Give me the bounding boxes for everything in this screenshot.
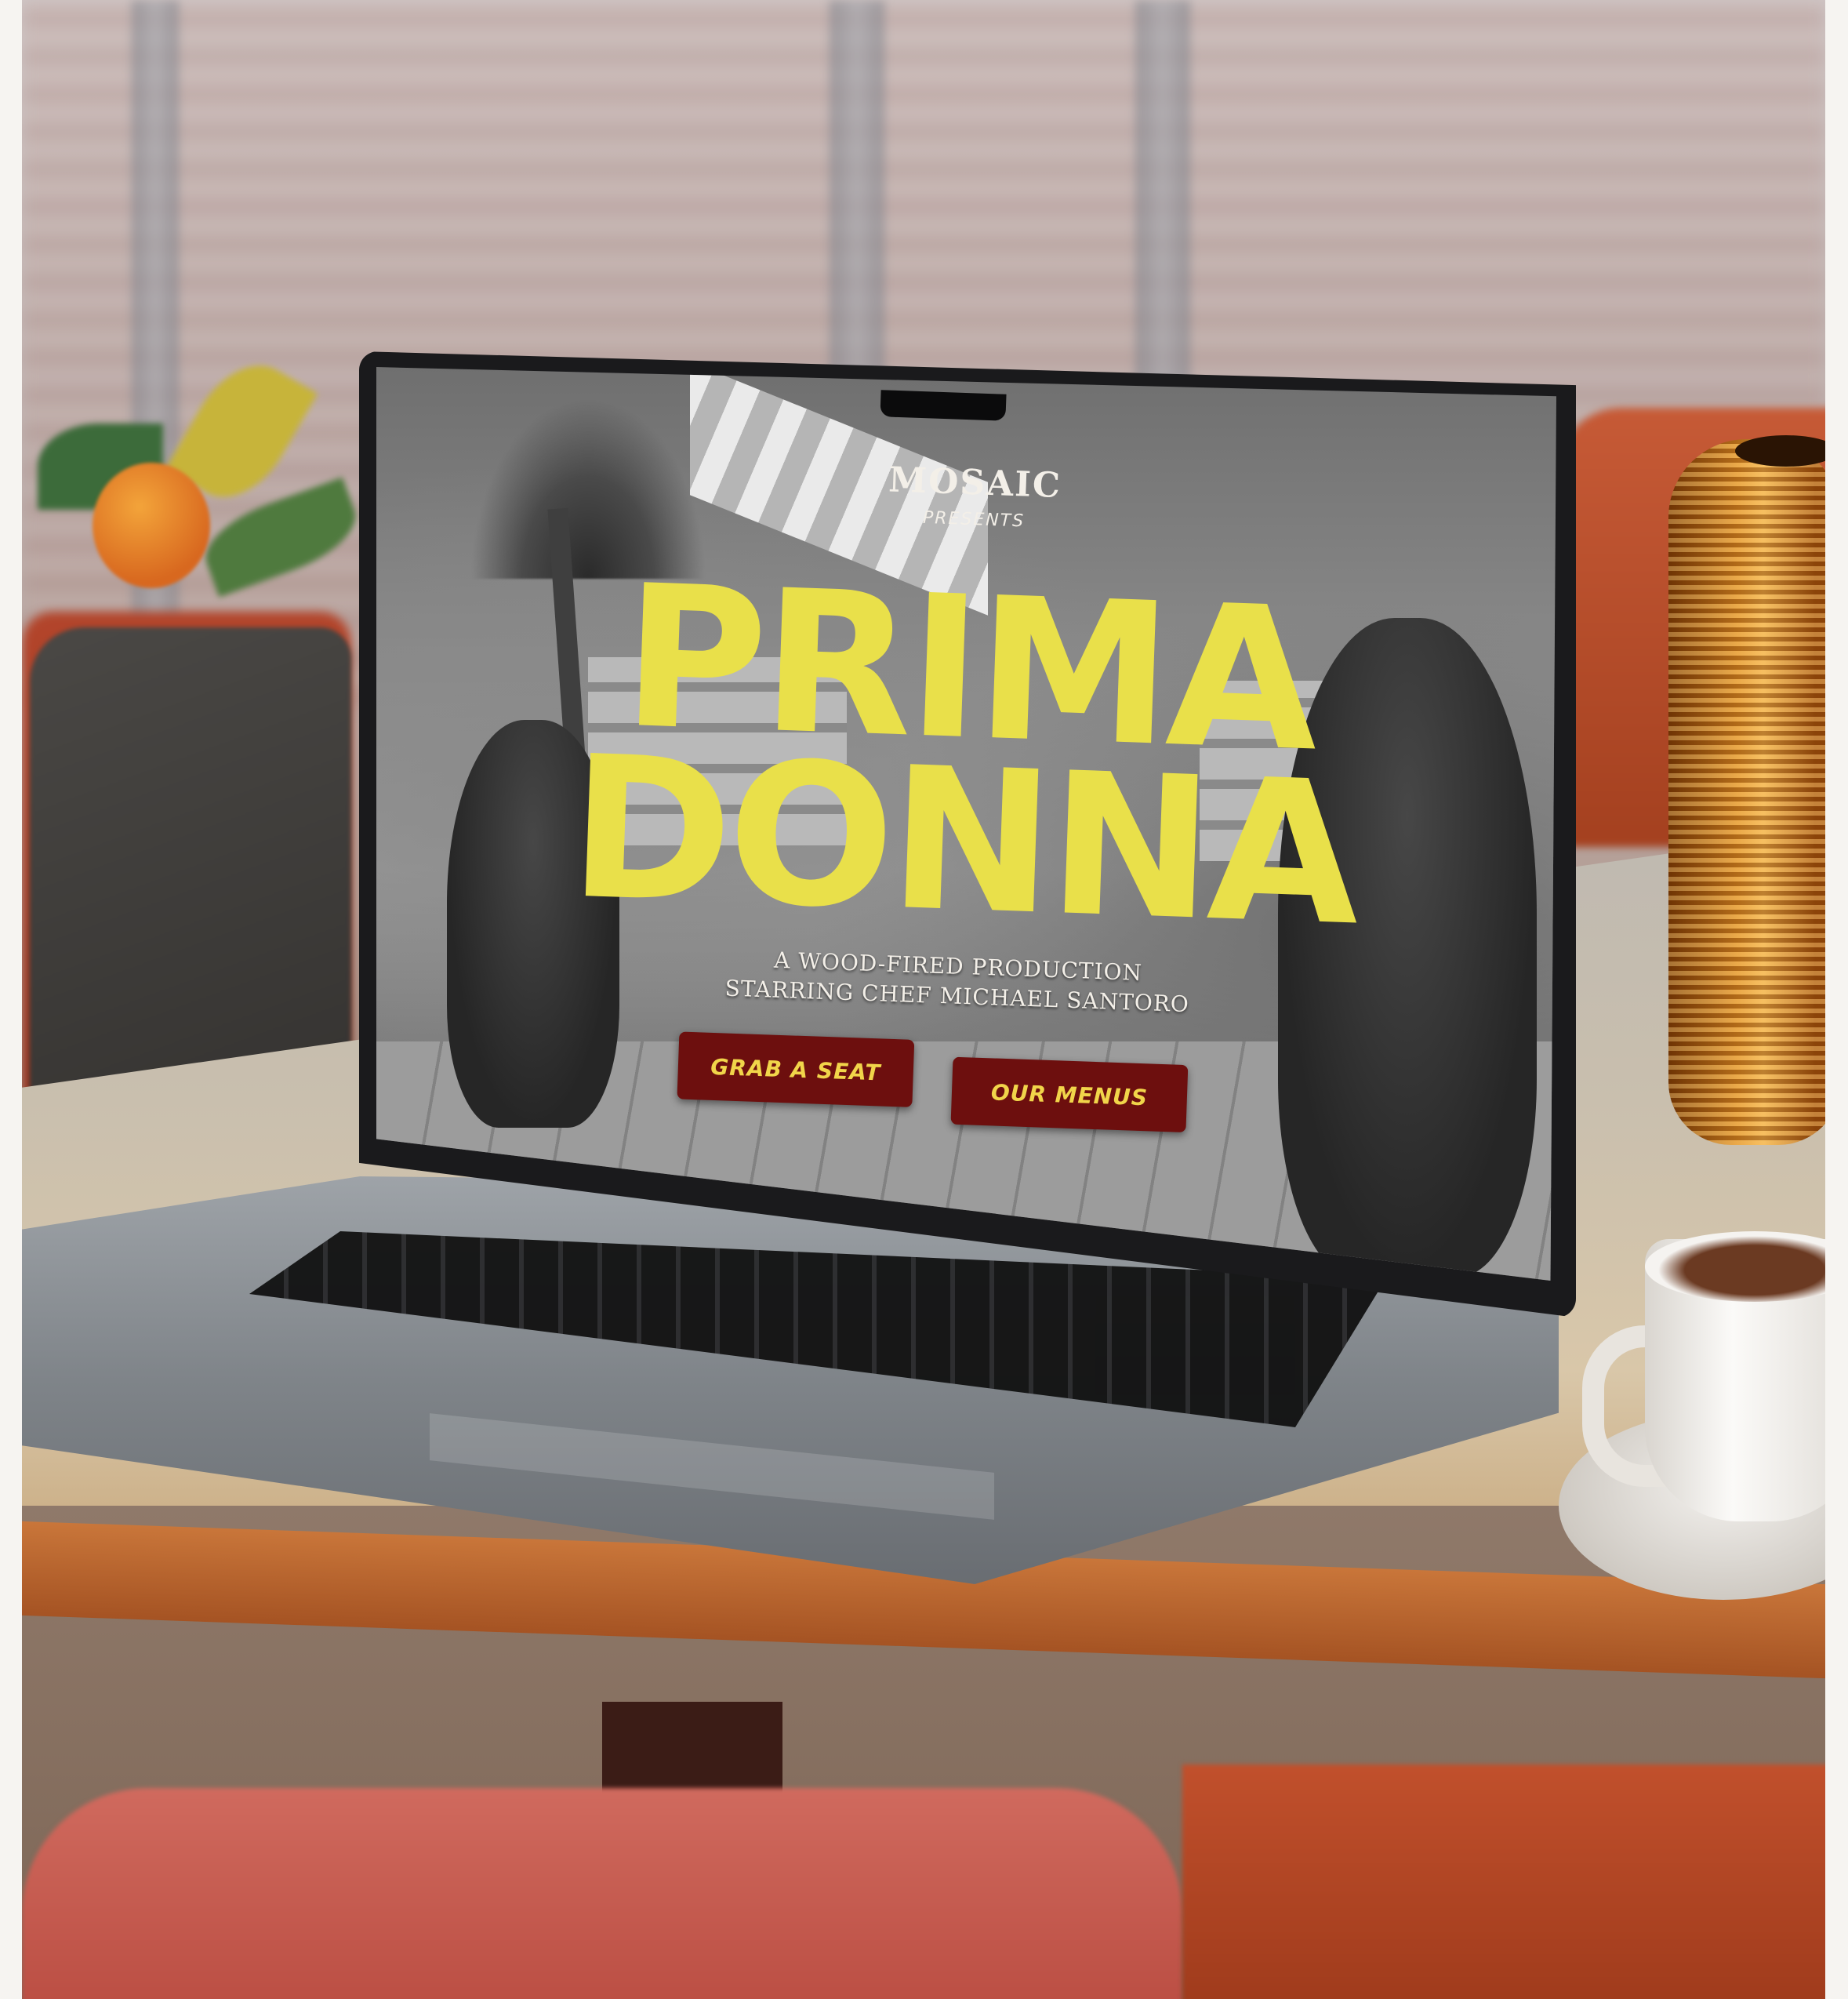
website-hero: MOSAIC PRESENTS PRIMA DONNA A WOOD-FIRED… xyxy=(358,347,1569,1301)
grab-a-seat-button[interactable]: GRAB A SEAT xyxy=(677,1031,915,1107)
photo-scene: MOSAIC PRESENTS PRIMA DONNA A WOOD-FIRED… xyxy=(22,0,1825,1999)
hero-title-line-2: DONNA xyxy=(565,713,1360,969)
chair xyxy=(22,1788,1182,1999)
our-menus-button[interactable]: OUR MENUS xyxy=(950,1056,1189,1133)
vase xyxy=(1668,439,1825,1145)
chair xyxy=(1182,1765,1825,1999)
orange-fruit xyxy=(93,463,210,588)
